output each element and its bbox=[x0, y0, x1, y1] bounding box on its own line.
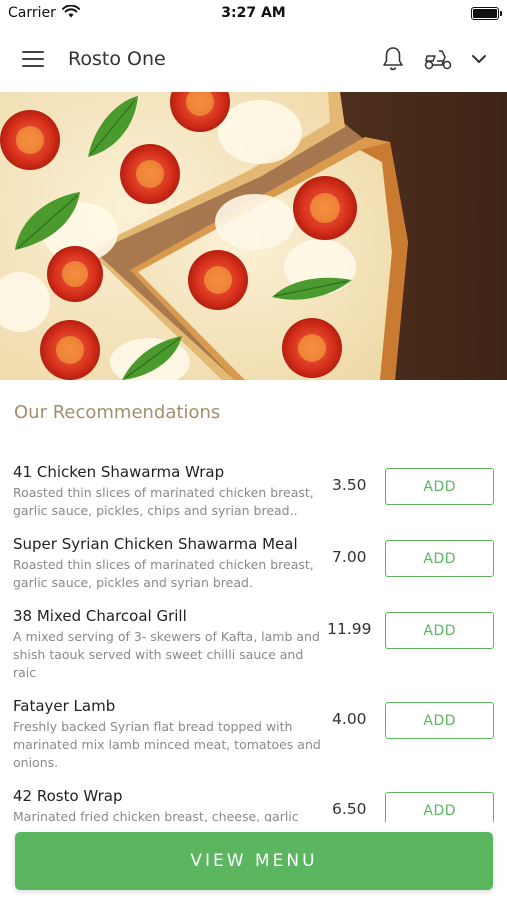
app-header: Rosto One bbox=[0, 26, 507, 92]
list-item: 38 Mixed Charcoal Grill A mixed serving … bbox=[0, 606, 507, 682]
item-price: 4.00 bbox=[332, 710, 367, 728]
menu-icon[interactable] bbox=[20, 49, 46, 69]
chevron-down-icon[interactable] bbox=[471, 53, 487, 65]
add-button[interactable]: ADD bbox=[385, 468, 494, 505]
page-title: Rosto One bbox=[68, 48, 166, 70]
wifi-icon bbox=[61, 4, 80, 22]
add-button[interactable]: ADD bbox=[385, 792, 494, 822]
delivery-scooter-icon[interactable] bbox=[423, 47, 453, 71]
item-description: Marinated fried chicken breast, cheese, … bbox=[13, 809, 299, 822]
item-name: 38 Mixed Charcoal Grill bbox=[13, 607, 187, 625]
item-description: Roasted thin slices of marinated chicken… bbox=[13, 485, 314, 518]
item-name: Super Syrian Chicken Shawarma Meal bbox=[13, 535, 298, 553]
item-price: 11.99 bbox=[327, 620, 372, 638]
item-price: 6.50 bbox=[332, 800, 367, 818]
bell-icon[interactable] bbox=[381, 46, 405, 72]
item-name: Fatayer Lamb bbox=[13, 697, 116, 715]
add-button[interactable]: ADD bbox=[385, 612, 494, 649]
item-description: Roasted thin slices of marinated chicken… bbox=[13, 557, 314, 590]
battery-icon bbox=[471, 6, 502, 20]
view-menu-button[interactable]: VIEW MENU bbox=[15, 832, 493, 890]
add-button[interactable]: ADD bbox=[385, 540, 494, 577]
list-item: 42 Rosto Wrap Marinated fried chicken br… bbox=[0, 786, 507, 822]
item-name: 41 Chicken Shawarma Wrap bbox=[13, 463, 225, 481]
section-title: Our Recommendations bbox=[14, 402, 221, 423]
recommendations-list[interactable]: 41 Chicken Shawarma Wrap Roasted thin sl… bbox=[0, 462, 507, 822]
add-button[interactable]: ADD bbox=[385, 702, 494, 739]
item-description: Freshly backed Syrian flat bread topped … bbox=[13, 719, 321, 770]
item-price: 7.00 bbox=[332, 548, 367, 566]
item-price: 3.50 bbox=[332, 476, 367, 494]
carrier-label: Carrier bbox=[8, 5, 56, 21]
list-item: 41 Chicken Shawarma Wrap Roasted thin sl… bbox=[0, 462, 507, 520]
header-actions bbox=[381, 46, 487, 72]
list-item: Super Syrian Chicken Shawarma Meal Roast… bbox=[0, 534, 507, 592]
item-name: 42 Rosto Wrap bbox=[13, 787, 123, 805]
list-item: Fatayer Lamb Freshly backed Syrian flat … bbox=[0, 696, 507, 772]
item-description: A mixed serving of 3- skewers of Kafta, … bbox=[13, 629, 320, 680]
hero-pizza-image bbox=[0, 92, 507, 380]
status-left: Carrier bbox=[8, 4, 80, 22]
status-bar: Carrier 3:27 AM bbox=[0, 0, 507, 26]
